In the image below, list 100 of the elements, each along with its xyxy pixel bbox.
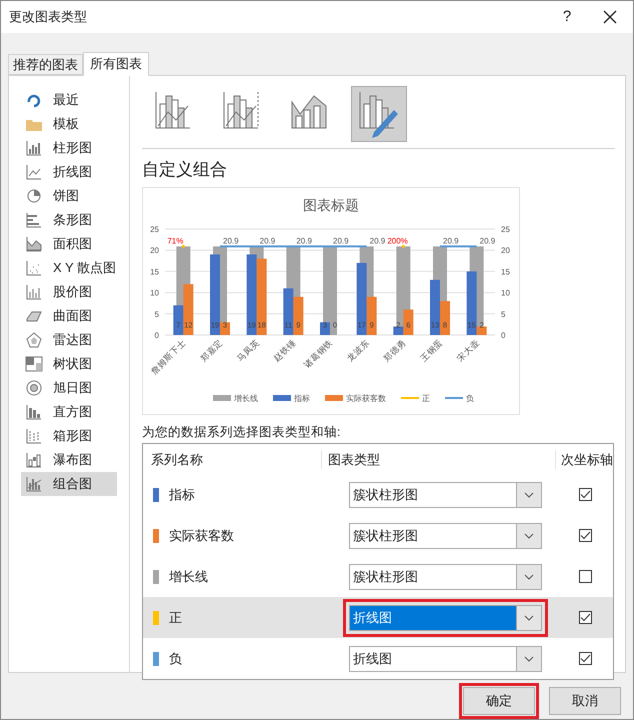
- bar-chart-icon: [25, 140, 43, 156]
- legend-label: 负: [466, 394, 474, 402]
- chart-type-dropdown[interactable]: 簇状柱形图: [349, 482, 542, 508]
- close-icon: [603, 10, 617, 24]
- chart-point: [402, 244, 405, 248]
- series-prompt: 为您的数据系列选择图表类型和轴:: [142, 424, 342, 440]
- chart-type-dropdown[interactable]: 簇状柱形图: [349, 522, 542, 549]
- histogram-icon: [25, 404, 43, 420]
- dialog-button[interactable]: 取消: [549, 687, 621, 715]
- line-chart-icon: [25, 164, 43, 180]
- stock-chart-icon: [25, 284, 43, 300]
- sidebar-item[interactable]: 树状图: [21, 352, 117, 376]
- legend-label: 正: [422, 394, 430, 402]
- axis-label: 10: [501, 288, 510, 298]
- data-label: 20.9: [480, 236, 496, 245]
- data-label: 20.9: [333, 236, 349, 245]
- column-header: 系列名称: [143, 450, 322, 469]
- sidebar-item[interactable]: 面积图: [21, 232, 117, 256]
- sidebar-item[interactable]: 组合图: [21, 472, 117, 496]
- legend-swatch: [213, 394, 231, 400]
- series-name: 正: [169, 609, 182, 627]
- legend-line: [401, 396, 419, 398]
- chevron-down-icon: [524, 614, 534, 621]
- sidebar-item[interactable]: 折线图: [21, 160, 117, 184]
- axis-label: 20: [501, 246, 510, 255]
- legend-swatch: [273, 394, 291, 400]
- axis-label: 5: [154, 309, 159, 318]
- sidebar-item[interactable]: 模板: [21, 112, 117, 136]
- sidebar-item[interactable]: 旭日图: [21, 376, 117, 400]
- data-label: 20.9: [260, 236, 276, 245]
- treemap-icon: [25, 356, 43, 372]
- series-row[interactable]: 负 折线图: [143, 638, 613, 680]
- data-label: 20.9: [223, 236, 239, 245]
- check-icon: [580, 490, 591, 500]
- data-label: 20.9: [296, 236, 312, 245]
- sidebar-item[interactable]: 最近: [21, 88, 117, 112]
- category-label: 龙波东: [344, 336, 372, 363]
- combo-chart-icon: [25, 476, 43, 492]
- checkbox[interactable]: [579, 488, 592, 502]
- series-row[interactable]: 指标 簇状柱形图: [143, 474, 613, 516]
- category-label: 诸葛钢铁: [302, 336, 334, 370]
- axis-label: 15: [501, 266, 510, 276]
- sidebar-item[interactable]: 柱形图: [21, 136, 117, 160]
- axis-label: 15: [150, 266, 159, 276]
- category-label: 郑德勇: [382, 336, 408, 363]
- series-row[interactable]: 实际获客数 簇状柱形图: [143, 515, 613, 556]
- category-label: 王钢蛋: [418, 336, 444, 363]
- checkbox[interactable]: [579, 529, 592, 542]
- axis-label: 25: [501, 224, 510, 234]
- dialog-button[interactable]: 确定: [463, 687, 535, 715]
- series-row[interactable]: 正 折线图: [143, 597, 613, 638]
- sidebar-item[interactable]: 雷达图: [21, 328, 117, 352]
- chevron-down-icon: [524, 574, 534, 580]
- chart-title: 图表标题: [303, 196, 359, 212]
- sidebar-item[interactable]: 股价图: [21, 280, 117, 304]
- sidebar-item[interactable]: 条形图: [21, 208, 117, 232]
- axis-label: 0: [501, 330, 506, 340]
- tab[interactable]: 推荐的图表: [8, 54, 83, 75]
- sidebar-item[interactable]: 瀑布图: [21, 448, 117, 472]
- radar-chart-icon: [25, 332, 43, 348]
- axis-label: 25: [150, 224, 159, 234]
- chart-type-dropdown[interactable]: 折线图: [349, 646, 542, 672]
- data-label: 20.9: [370, 236, 386, 245]
- category-label: 郑嘉定: [198, 336, 224, 363]
- series-name: 实际获客数: [169, 527, 234, 545]
- axis-label: 0: [154, 330, 159, 340]
- checkbox[interactable]: [579, 652, 592, 666]
- annotation-label: 200%: [387, 236, 408, 245]
- tab[interactable]: 所有图表: [83, 52, 149, 76]
- column-header: 次坐标轴: [560, 450, 613, 468]
- legend-label: 指标: [294, 394, 310, 402]
- sidebar-item[interactable]: 饼图: [21, 184, 117, 208]
- chevron-down-icon: [524, 492, 534, 498]
- legend-swatch: [325, 394, 343, 400]
- legend-label: 增长线: [234, 394, 258, 402]
- axis-label: 10: [150, 288, 159, 298]
- chart-type-dropdown[interactable]: 簇状柱形图: [349, 564, 542, 590]
- area-chart-icon: [25, 236, 43, 252]
- sidebar-item[interactable]: 箱形图: [21, 424, 117, 448]
- check-icon: [580, 613, 591, 622]
- legend-line: [445, 396, 463, 398]
- sidebar-item[interactable]: X Y 散点图: [21, 256, 117, 280]
- sidebar-item[interactable]: 曲面图: [21, 304, 117, 328]
- sidebar-item[interactable]: 直方图: [21, 400, 117, 424]
- section-title: 自定义组合: [142, 159, 228, 181]
- check-icon: [580, 654, 591, 664]
- axis-label: 5: [501, 309, 506, 318]
- series-name: 指标: [169, 486, 195, 504]
- checkbox[interactable]: [579, 570, 592, 584]
- series-row[interactable]: 增长线 簇状柱形图: [143, 556, 613, 598]
- check-icon: [580, 531, 591, 540]
- box-plot-icon: [25, 428, 43, 444]
- waterfall-chart-icon: [25, 452, 43, 468]
- chart-subtype-option[interactable]: [351, 86, 407, 142]
- category-label: 詹姆斯下士: [148, 336, 188, 376]
- checkbox[interactable]: [579, 611, 592, 624]
- axis-label: 20: [150, 246, 159, 255]
- legend-label: 实际获客数: [346, 394, 386, 402]
- chart-type-dropdown[interactable]: 折线图: [349, 604, 542, 631]
- help-button[interactable]: ?: [547, 1, 587, 33]
